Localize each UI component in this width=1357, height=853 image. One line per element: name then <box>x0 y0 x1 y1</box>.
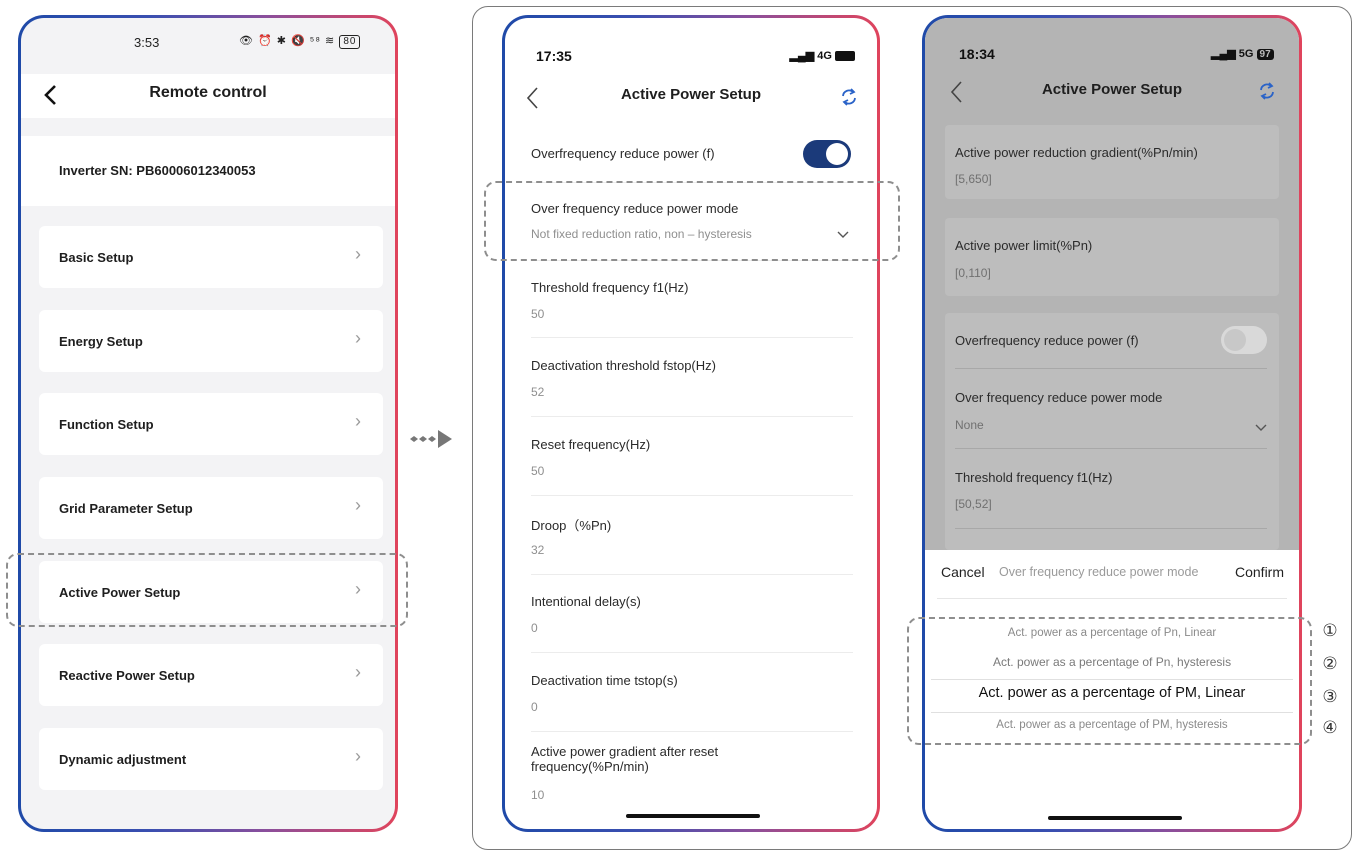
divider <box>531 574 853 575</box>
divider <box>531 731 853 732</box>
card-value: [0,110] <box>955 266 991 280</box>
battery-icon <box>835 51 855 62</box>
row-label: Reset frequency(Hz) <box>531 437 651 452</box>
chevron-right-icon: › <box>355 244 361 264</box>
threshold-value: [50,52] <box>955 497 992 511</box>
overfreq-toggle-label: Overfrequency reduce power (f) <box>531 146 715 161</box>
row-label: Deactivation time tstop(s) <box>531 673 678 688</box>
network-type: 4G <box>817 50 832 62</box>
overfreq-toggle-label: Overfrequency reduce power (f) <box>955 333 1139 348</box>
highlight-mode-row <box>484 181 900 261</box>
row-value: 50 <box>531 307 545 321</box>
card-label: Active power limit(%Pn) <box>955 238 1093 253</box>
marker-2: ② <box>1322 654 1338 673</box>
refresh-icon[interactable] <box>839 87 859 112</box>
phone-screen: 3:53 👁 ⏰ ✱ 🔇 ⁵⁸ ≋ 80 Remote control Inve… <box>21 18 395 829</box>
battery-icon: 80 <box>339 35 361 49</box>
phone-active-power-setup: 17:35 ▂▄▆ 4G Active Power Setup Overfreq… <box>502 15 880 832</box>
mode-label: Over frequency reduce power mode <box>955 390 1163 405</box>
menu-item-label: Dynamic adjustment <box>59 752 187 767</box>
home-indicator <box>626 814 760 818</box>
row-label: Threshold frequency f1(Hz) <box>531 280 689 295</box>
chevron-right-icon: › <box>355 662 361 682</box>
menu-item-dynamic-adjustment[interactable]: Dynamic adjustment › <box>39 728 383 790</box>
status-time: 3:53 <box>134 35 160 50</box>
chevron-right-icon: › <box>355 328 361 348</box>
menu-item-label: Grid Parameter Setup <box>59 501 193 516</box>
status-time: 18:34 <box>959 46 995 62</box>
status-network: ▂▄▆ 5G 97 <box>1211 47 1274 60</box>
page-title: Active Power Setup <box>1041 81 1183 98</box>
network-type: 5G <box>1238 48 1254 60</box>
status-icons: 👁 ⏰ ✱ 🔇 ⁵⁸ ≋ 80 <box>239 34 361 49</box>
divider <box>531 416 853 417</box>
row-value: 0 <box>531 700 538 714</box>
divider <box>531 337 853 338</box>
status-time: 17:35 <box>536 48 572 64</box>
battery-icon: 97 <box>1256 49 1274 60</box>
card-value: [5,650] <box>955 172 992 186</box>
page-title: Remote control <box>149 84 267 101</box>
marker-4: ④ <box>1322 718 1338 737</box>
menu-item-basic-setup[interactable]: Basic Setup › <box>39 226 383 288</box>
next-step-arrow-icon <box>408 428 454 455</box>
row-label: Intentional delay(s) <box>531 594 641 609</box>
divider <box>937 598 1287 599</box>
row-value: 10 <box>531 788 545 802</box>
divider <box>531 652 853 653</box>
row-value: 50 <box>531 464 545 478</box>
chevron-right-icon: › <box>355 495 361 515</box>
overfreq-toggle[interactable] <box>1221 326 1267 354</box>
highlight-picker-options <box>907 617 1312 745</box>
divider <box>955 368 1267 369</box>
menu-item-label: Reactive Power Setup <box>59 668 195 683</box>
picker-title: Over frequency reduce power mode <box>999 565 1199 579</box>
signal-icon: ▂▄▆ <box>1211 48 1236 60</box>
signal-icon: ▂▄▆ <box>789 50 815 62</box>
highlight-active-power-setup <box>6 553 408 627</box>
chevron-right-icon: › <box>355 411 361 431</box>
divider <box>955 448 1267 449</box>
menu-item-label: Function Setup <box>59 417 154 432</box>
picker-confirm-button[interactable]: Confirm <box>1235 564 1284 580</box>
chevron-down-icon <box>1255 419 1267 437</box>
row-label: Deactivation threshold fstop(Hz) <box>531 358 716 373</box>
chevron-right-icon: › <box>355 746 361 766</box>
row-label: Active power gradient after reset freque… <box>531 744 719 774</box>
menu-item-function-setup[interactable]: Function Setup › <box>39 393 383 455</box>
row-value: 52 <box>531 385 545 399</box>
phone-screen: 17:35 ▂▄▆ 4G Active Power Setup Overfreq… <box>505 18 877 829</box>
marker-1: ① <box>1322 621 1338 640</box>
marker-3: ③ <box>1322 687 1338 706</box>
menu-item-label: Basic Setup <box>59 250 134 265</box>
mode-value[interactable]: None <box>955 418 984 432</box>
phone-remote-control: 3:53 👁 ⏰ ✱ 🔇 ⁵⁸ ≋ 80 Remote control Inve… <box>18 15 398 832</box>
menu-item-label: Energy Setup <box>59 334 143 349</box>
divider <box>531 495 853 496</box>
row-label: Droop（%Pn) <box>531 518 612 533</box>
divider <box>955 528 1267 529</box>
menu-item-reactive-power-setup[interactable]: Reactive Power Setup › <box>39 644 383 706</box>
page-title: Active Power Setup <box>620 86 762 103</box>
row-value: 32 <box>531 543 545 557</box>
refresh-icon[interactable] <box>1257 81 1277 106</box>
picker-cancel-button[interactable]: Cancel <box>941 564 985 580</box>
menu-item-grid-parameter-setup[interactable]: Grid Parameter Setup › <box>39 477 383 539</box>
overfreq-toggle[interactable] <box>803 140 851 168</box>
status-network: ▂▄▆ 4G <box>789 49 855 62</box>
inverter-sn: Inverter SN: PB60006012340053 <box>59 163 256 178</box>
status-icon-group: 👁 ⏰ ✱ 🔇 ⁵⁸ ≋ <box>239 35 336 47</box>
home-indicator <box>1048 816 1182 820</box>
menu-item-energy-setup[interactable]: Energy Setup › <box>39 310 383 372</box>
threshold-label: Threshold frequency f1(Hz) <box>955 470 1113 485</box>
row-value: 0 <box>531 621 538 635</box>
power-limit-card[interactable] <box>945 218 1279 296</box>
card-label: Active power reduction gradient(%Pn/min) <box>955 145 1198 160</box>
reduction-gradient-card[interactable] <box>945 125 1279 199</box>
